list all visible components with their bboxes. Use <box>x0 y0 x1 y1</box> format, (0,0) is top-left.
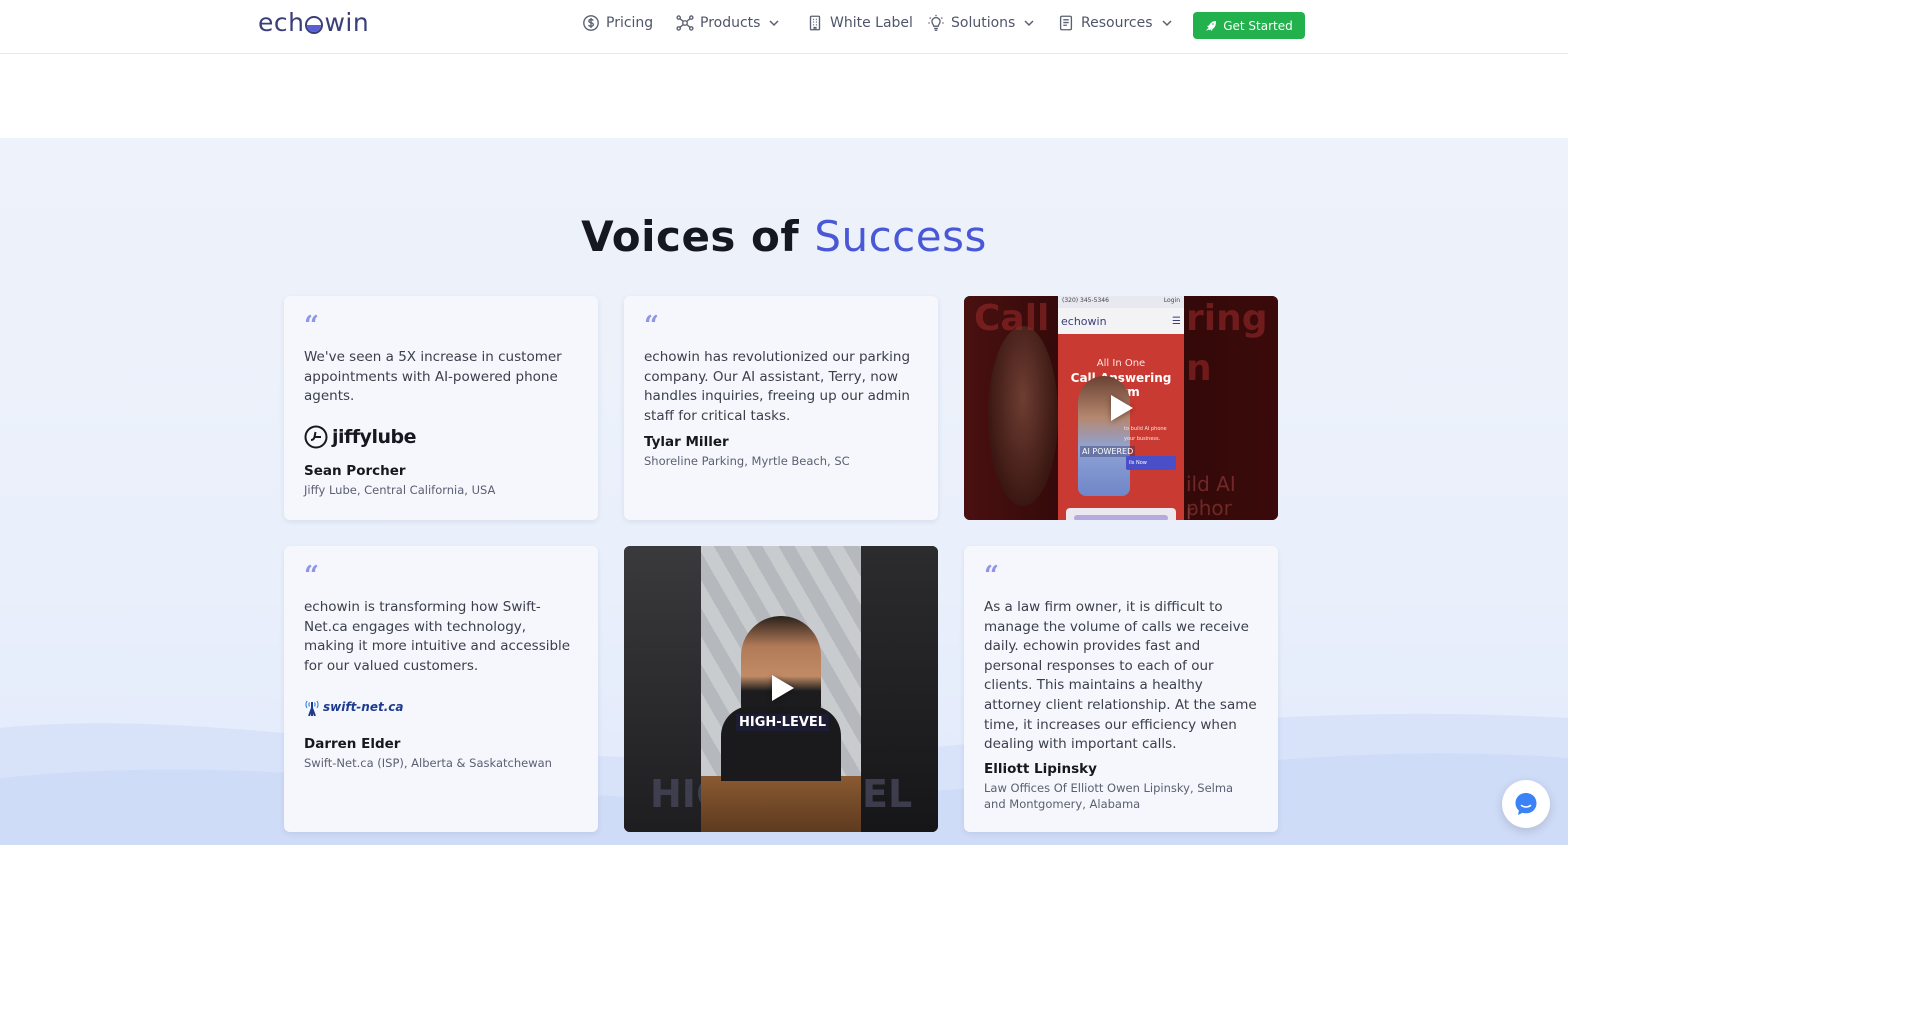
phone-header: echowin ☰ <box>1058 308 1184 334</box>
jiffy-lube-logo: jiffylube <box>304 425 578 449</box>
testimonial-card: “ echowin is transforming how Swift-Net.… <box>284 546 598 832</box>
person-silhouette <box>988 326 1058 506</box>
video-testimonial-2[interactable]: HIG EL HIGH-LEVEL <box>624 546 938 832</box>
phone-small-text: to build AI phone <box>1124 426 1167 432</box>
testimonial-role: Shoreline Parking, Myrtle Beach, SC <box>644 454 850 469</box>
lightbulb-icon <box>928 14 944 31</box>
video-caption: HIGH-LEVEL <box>736 714 830 731</box>
nav-products-label: Products <box>700 15 761 31</box>
testimonial-quote: We've seen a 5X increase in customer app… <box>304 349 562 405</box>
testimonial-role: Law Offices Of Elliott Owen Lipinsky, Se… <box>984 780 1234 811</box>
chat-widget-button[interactable] <box>1502 780 1550 828</box>
building-icon <box>809 15 821 31</box>
nav-resources-label: Resources <box>1081 15 1153 31</box>
nav-resources[interactable]: Resources <box>1057 14 1173 32</box>
testimonial-quote: As a law firm owner, it is difficult to … <box>984 599 1257 753</box>
phone-number: (320) 345-5346 <box>1062 297 1109 304</box>
nav-solutions-label: Solutions <box>951 15 1016 31</box>
swift-net-logo: swift-net.ca <box>304 698 578 717</box>
nav-products[interactable]: Products <box>676 14 780 32</box>
swift-net-tower-icon <box>305 701 319 717</box>
echowin-logo[interactable]: ech win <box>258 8 369 37</box>
testimonial-card: “ We've seen a 5X increase in customer a… <box>284 296 598 520</box>
bg-text: EL <box>862 772 913 816</box>
get-started-button[interactable]: Get Started <box>1193 12 1305 39</box>
document-icon <box>1059 15 1073 31</box>
heading-main: Voices of <box>581 212 800 261</box>
testimonial-name: Darren Elder <box>304 736 401 753</box>
testimonial-quote: echowin has revolutionized our parking c… <box>644 349 911 424</box>
testimonial-name: Elliott Lipinsky <box>984 760 1097 777</box>
chevron-down-icon <box>769 20 779 27</box>
chevron-down-icon <box>1024 20 1034 27</box>
testimonial-card: “ echowin has revolutionized our parking… <box>624 296 938 520</box>
video-testimonial-1[interactable]: Call ring n ild AI phor r business (320)… <box>964 296 1278 520</box>
testimonial-role: Swift-Net.ca (ISP), Alberta & Saskatchew… <box>304 756 552 771</box>
bg-text: n <box>1186 348 1212 389</box>
bg-text: r business <box>1186 500 1195 520</box>
jiffy-lube-logo-text: jiffylube <box>332 425 416 448</box>
menu-icon: ☰ <box>1172 315 1181 327</box>
testimonial-name: Tylar Miller <box>644 434 729 451</box>
play-icon[interactable] <box>772 675 794 701</box>
logo-text-start: ech <box>258 8 305 37</box>
nav-pricing-label: Pricing <box>606 15 654 31</box>
swift-net-logo-text: swift-net.ca <box>323 700 404 715</box>
get-started-label: Get Started <box>1223 18 1293 33</box>
jiffy-lube-mark-icon <box>304 425 328 449</box>
chevron-down-icon <box>1161 20 1172 27</box>
testimonial-name: Sean Porcher <box>304 462 406 479</box>
nav-solutions[interactable]: Solutions <box>927 14 1035 32</box>
quote-icon: “ <box>304 311 319 341</box>
phone-cta-button: lls Now <box>1126 456 1176 470</box>
phone-login: Login <box>1163 297 1180 304</box>
person-image <box>1078 376 1130 496</box>
quote-icon: “ <box>644 311 659 341</box>
testimonial-role: Jiffy Lube, Central California, USA <box>304 482 496 497</box>
phone-topbar: (320) 345-5346 Login <box>1058 296 1184 308</box>
phone-card-bar <box>1074 515 1168 520</box>
dollar-circle-icon <box>583 15 599 31</box>
phone-small-text: your business. <box>1124 436 1161 442</box>
testimonial-card: “ As a law firm owner, it is difficult t… <box>964 546 1278 832</box>
site-header: ech win Pricing Products White Label Solu… <box>0 0 1568 54</box>
chat-bubble-icon <box>1515 793 1537 815</box>
logo-text-end: win <box>324 8 370 37</box>
phone-logo: echowin <box>1061 314 1107 328</box>
phone-tagline: All In One <box>1096 358 1146 369</box>
heading-accent: Success <box>814 212 987 261</box>
play-icon[interactable] <box>1111 395 1133 421</box>
testimonial-quote: echowin is transforming how Swift-Net.ca… <box>304 599 571 674</box>
nav-white-label[interactable]: White Label <box>806 14 913 32</box>
video-desk <box>701 776 861 832</box>
quote-icon: “ <box>984 561 999 591</box>
nav-white-label-label: White Label <box>830 15 913 31</box>
nav-pricing[interactable]: Pricing <box>582 14 653 32</box>
quote-icon: “ <box>304 561 319 591</box>
rocket-icon <box>1206 20 1217 31</box>
network-nodes-icon <box>676 15 694 31</box>
logo-o-icon <box>305 15 324 34</box>
section-heading: Voices of Success <box>0 212 1568 261</box>
bg-text: ring <box>1186 298 1268 339</box>
presenter-image <box>741 616 821 716</box>
bg-text: Call <box>974 298 1050 339</box>
